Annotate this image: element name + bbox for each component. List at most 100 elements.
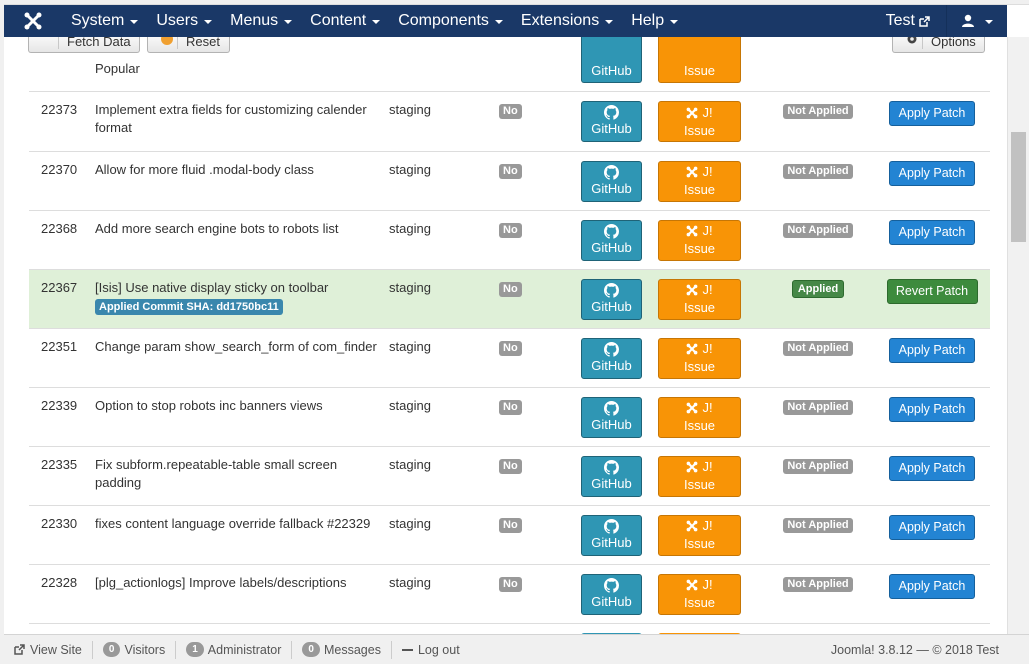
messages-count-badge: 0 [302,642,320,657]
scrollbar-thumb[interactable] [1011,132,1026,242]
pull-id: 22330 [41,515,78,531]
view-site-link[interactable]: View Site [4,640,93,659]
status-cell: Not Applied [762,505,874,564]
github-button[interactable]: GitHub [581,455,642,497]
jissue-button[interactable]: J! Issue [658,514,741,556]
menu-users[interactable]: Users [147,5,221,37]
status-badge: Not Applied [783,458,853,474]
github-cell: GitHub [581,210,658,269]
rtc-cell: No [499,210,581,269]
pull-title: Allow for more fluid .modal-body class [95,161,314,177]
issue-cell: J! Issue [658,92,762,151]
apply-patch-button[interactable]: Apply Patch [889,160,975,186]
external-link-icon [919,15,930,27]
rtc-cell: No [499,564,581,623]
github-button[interactable]: GitHub [581,101,642,142]
apply-patch-button[interactable]: Apply Patch [889,396,975,422]
github-button[interactable]: GitHub [581,337,642,379]
github-button[interactable]: GitHub [581,219,642,261]
pull-branch: staging [389,279,431,295]
user-menu-toggle[interactable] [951,5,1007,37]
jissue-button[interactable]: J! Issue [658,455,741,497]
status-bar: View Site 0 Visitors 1 Administrator 0 M… [4,634,1029,664]
joomla-icon [687,579,698,591]
status-badge: Not Applied [783,340,853,356]
status-cell: Not Applied [762,564,874,623]
action-cell: Revert Patch [874,269,990,328]
pull-title-cell: Fix subform.repeatable-table small scree… [95,446,389,505]
action-cell: Apply Patch [874,210,990,269]
rtc-badge: No [499,281,522,297]
jissue-button[interactable]: J! Issue [658,160,741,202]
nav-user-site-link[interactable]: Test [874,12,942,30]
action-cell: Apply Patch [874,446,990,505]
pull-title-cell: Implement extra fields for customizing c… [95,92,389,151]
messages-link[interactable]: 0 Messages [292,640,392,659]
revert-patch-button[interactable]: Revert Patch [886,278,978,304]
vertical-scrollbar[interactable] [1007,37,1029,634]
github-button[interactable]: GitHub [581,278,642,320]
apply-patch-button[interactable]: Apply Patch [889,219,975,245]
jissue-button[interactable]: J! Issue [658,337,741,379]
jissue-button[interactable]: J! Issue [658,573,741,615]
menu-components[interactable]: Components [389,5,512,37]
pull-title: Implement extra fields for customizing c… [95,102,367,135]
jissue-button[interactable]: J! Issue [658,101,741,142]
status-cell: Not Applied [762,387,874,446]
menu-help[interactable]: Help [622,5,687,37]
apply-patch-button[interactable]: Apply Patch [889,514,975,540]
external-link-icon [14,644,25,655]
rtc-badge: No [499,576,522,592]
jissue-button[interactable]: J! Issue [658,396,741,438]
toolbar: Fetch Data Reset Options [4,31,1007,55]
pull-branch: staging [389,338,431,354]
status-badge: Applied [791,279,845,298]
menu-extensions[interactable]: Extensions [512,5,622,37]
joomla-logo-icon[interactable] [4,5,62,37]
github-button[interactable]: GitHub [581,160,642,202]
issue-cell: J! Issue [658,505,762,564]
action-cell: Apply Patch [874,564,990,623]
github-button[interactable]: GitHub [581,514,642,556]
apply-patch-button[interactable]: Apply Patch [889,455,975,481]
action-cell: Apply Patch [874,151,990,210]
pull-title-cell: Allow for more fluid .modal-body class [95,151,389,210]
visitors-count-badge: 0 [102,642,121,657]
visitors-link[interactable]: 0 Visitors [93,640,177,659]
chevron-down-icon [284,20,293,24]
github-icon [604,164,619,180]
github-cell: GitHub [581,505,658,564]
status-cell: Not Applied [762,210,874,269]
github-button[interactable]: GitHub [581,396,642,438]
joomla-icon [687,461,698,473]
applied-sha-badge: Applied Commit SHA: dd1750bc11 [95,298,283,315]
jissue-button[interactable]: J! Issue [658,219,741,261]
table-row: 22335 Fix subform.repeatable-table small … [29,446,990,505]
issue-cell: J! Issue [658,269,762,328]
issue-cell: J! Issue [658,210,762,269]
partial-row-title: Popular [95,61,140,76]
patch-list-content[interactable]: Popular GitHub Issue 22373 Implement extr… [4,37,1007,634]
rtc-badge: No [499,222,522,238]
jissue-button[interactable]: J! Issue [658,278,741,320]
administrator-link[interactable]: 1 Administrator [176,640,293,659]
rtc-cell: No [499,328,581,387]
github-icon [604,105,619,120]
table-row [29,623,990,634]
apply-patch-button[interactable]: Apply Patch [889,337,975,363]
nav-user-name: Test [885,12,915,29]
rtc-cell: No [499,269,581,328]
status-badge: Not Applied [783,517,853,533]
pull-branch: staging [389,161,431,177]
apply-patch-button[interactable]: Apply Patch [889,573,975,599]
menu-system[interactable]: System [62,5,147,37]
menu-menus[interactable]: Menus [221,5,301,37]
pull-title-cell: [plg_actionlogs] Improve labels/descript… [95,564,389,623]
joomla-icon [687,520,698,532]
github-button[interactable]: GitHub [581,573,642,615]
menu-content[interactable]: Content [301,5,389,37]
logout-link[interactable]: Log out [392,641,470,659]
rtc-badge: No [499,399,522,415]
apply-patch-button[interactable]: Apply Patch [889,101,975,126]
action-cell: Apply Patch [874,387,990,446]
